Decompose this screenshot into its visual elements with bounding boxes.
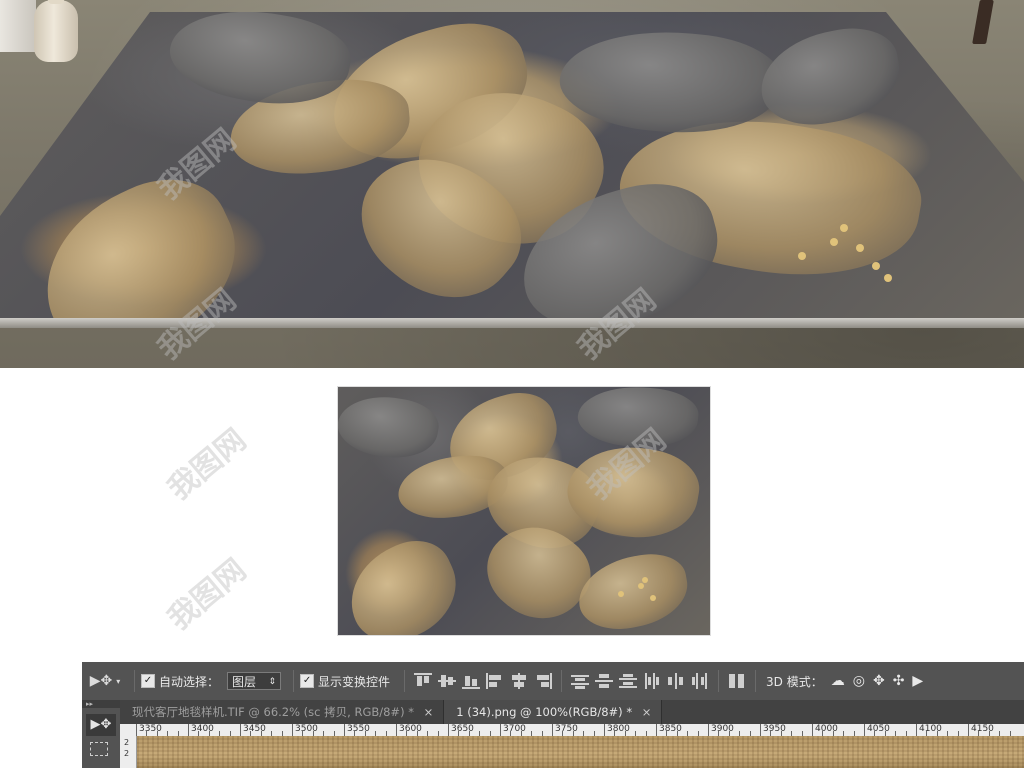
- ruler-tick: [448, 724, 449, 736]
- auto-select-label: 自动选择：: [159, 674, 220, 689]
- ruler-tick: [864, 724, 865, 736]
- 3d-roll-icon[interactable]: ◎: [853, 673, 865, 689]
- move-tool-preset[interactable]: ▶✥ ▾: [82, 662, 128, 700]
- ruler-tick: [760, 724, 761, 736]
- ruler-label: 3700: [503, 724, 526, 734]
- move-tool-icon: ▶✥: [89, 673, 113, 689]
- ruler-tick: [604, 724, 605, 736]
- auto-select-target-dropdown[interactable]: 图层 ⇕: [227, 672, 282, 690]
- divider: [293, 670, 295, 692]
- auto-select-target-value: 图层: [232, 675, 257, 689]
- move-tool-icon: ▶✥: [90, 717, 112, 732]
- move-tool-button[interactable]: ▶✥: [86, 714, 116, 736]
- rug-floral-pattern-flat: [338, 387, 710, 635]
- rug-floral-pattern: [0, 12, 1024, 328]
- vase-decor: [34, 0, 78, 62]
- vertical-ruler-label: 2: [124, 749, 130, 758]
- ruler-label: 3850: [659, 724, 682, 734]
- show-transform-checkbox[interactable]: ✓: [300, 674, 315, 688]
- ruler-label: 4050: [867, 724, 890, 734]
- ruler-label: 3350: [139, 724, 162, 734]
- rug-perspective: [0, 12, 1024, 328]
- ruler-label: 3650: [451, 724, 474, 734]
- dropdown-arrows-icon: ⇕: [268, 677, 277, 687]
- vertical-ruler: 2 2: [120, 736, 137, 768]
- mode-3d-label: 3D 模式：: [766, 674, 823, 689]
- auto-select-checkbox[interactable]: ✓: [141, 674, 155, 688]
- align-vertical-center-icon[interactable]: [438, 673, 457, 689]
- distribute-left-icon[interactable]: [643, 673, 661, 689]
- ruler-tick: [292, 724, 293, 736]
- options-bar: ▶✥ ▾ ✓ 自动选择： 图层 ⇕ ✓ 显示变换控件 3D 模式： ☁ ◎ ✥: [82, 662, 1024, 701]
- ruler-tick: [708, 724, 709, 736]
- tab-label: 1 (34).png @ 100%(RGB/8#) *: [456, 705, 633, 719]
- ruler-label: 4150: [971, 724, 994, 734]
- distribute-top-icon[interactable]: [571, 673, 590, 689]
- watermark-3: 我图网: [161, 552, 253, 638]
- auto-align-layers-icon[interactable]: [728, 673, 746, 689]
- divider: [404, 670, 406, 692]
- show-transform-label: 显示变换控件: [318, 674, 391, 689]
- ruler-label: 3450: [243, 724, 266, 734]
- ruler-label: 3500: [295, 724, 318, 734]
- tools-panel-collapse[interactable]: ▸▸: [82, 700, 120, 708]
- ruler-tick: [916, 724, 917, 736]
- close-icon[interactable]: ×: [642, 705, 652, 719]
- ruler-tick: [240, 724, 241, 736]
- 3d-slide-icon[interactable]: ✣: [893, 673, 905, 689]
- 3d-rotate-icon[interactable]: ☁: [831, 673, 845, 689]
- distribute-vertical-center-icon[interactable]: [595, 673, 614, 689]
- ruler-tick: [552, 724, 553, 736]
- 3d-scale-icon[interactable]: ▶: [912, 673, 923, 689]
- ruler-label: 4100: [919, 724, 942, 734]
- marquee-tool-button[interactable]: [90, 742, 108, 756]
- ruler-tick: [500, 724, 501, 736]
- ruler-label: 3750: [555, 724, 578, 734]
- watermark-2: 我图网: [161, 422, 253, 508]
- ruler-label: 3550: [347, 724, 370, 734]
- close-icon[interactable]: ×: [424, 705, 434, 719]
- ruler-tick: [136, 724, 137, 736]
- ruler-label: 4000: [815, 724, 838, 734]
- divider: [718, 670, 720, 692]
- divider: [134, 670, 135, 692]
- rug-room-mockup: [0, 0, 1024, 368]
- photoshop-window: ▶✥ ▾ ✓ 自动选择： 图层 ⇕ ✓ 显示变换控件 3D 模式： ☁ ◎ ✥: [82, 662, 1024, 768]
- align-top-icon[interactable]: [414, 673, 433, 689]
- chevron-down-icon: ▾: [116, 676, 121, 686]
- rug-edge: [0, 318, 1024, 328]
- distribute-right-icon[interactable]: [691, 673, 709, 689]
- ruler-tick: [812, 724, 813, 736]
- tab-label: 现代客厅地毯样机.TIF @ 66.2% (sc 拷贝, RGB/8#) *: [132, 705, 414, 719]
- distribute-horizontal-center-icon[interactable]: [667, 673, 685, 689]
- ruler-tick: [396, 724, 397, 736]
- ruler-label: 3900: [711, 724, 734, 734]
- vertical-ruler-label: 2: [124, 738, 130, 747]
- white-shelf: [0, 0, 36, 52]
- ruler-label: 3800: [607, 724, 630, 734]
- align-horizontal-center-icon[interactable]: [510, 673, 528, 689]
- align-right-icon[interactable]: [534, 673, 553, 689]
- tools-panel: ▸▸ ▶✥: [82, 700, 121, 768]
- ruler-tick: [344, 724, 345, 736]
- divider: [755, 670, 757, 692]
- distribute-bottom-icon[interactable]: [619, 673, 638, 689]
- document-tabs: 现代客厅地毯样机.TIF @ 66.2% (sc 拷贝, RGB/8#) * ×…: [120, 700, 1024, 724]
- divider: [561, 670, 563, 692]
- rug-pattern-preview: [338, 387, 710, 635]
- align-bottom-icon[interactable]: [462, 673, 481, 689]
- ruler-label: 3950: [763, 724, 786, 734]
- ruler-label: 3600: [399, 724, 422, 734]
- tab-document-2[interactable]: 1 (34).png @ 100%(RGB/8#) * ×: [444, 700, 663, 724]
- ruler-tick: [656, 724, 657, 736]
- ruler-label: 3400: [191, 724, 214, 734]
- 3d-drag-icon[interactable]: ✥: [873, 673, 885, 689]
- ruler-tick: [968, 724, 969, 736]
- align-left-icon[interactable]: [486, 673, 504, 689]
- ruler-tick: [188, 724, 189, 736]
- document-canvas[interactable]: [137, 736, 1024, 768]
- tab-document-1[interactable]: 现代客厅地毯样机.TIF @ 66.2% (sc 拷贝, RGB/8#) * ×: [120, 700, 445, 724]
